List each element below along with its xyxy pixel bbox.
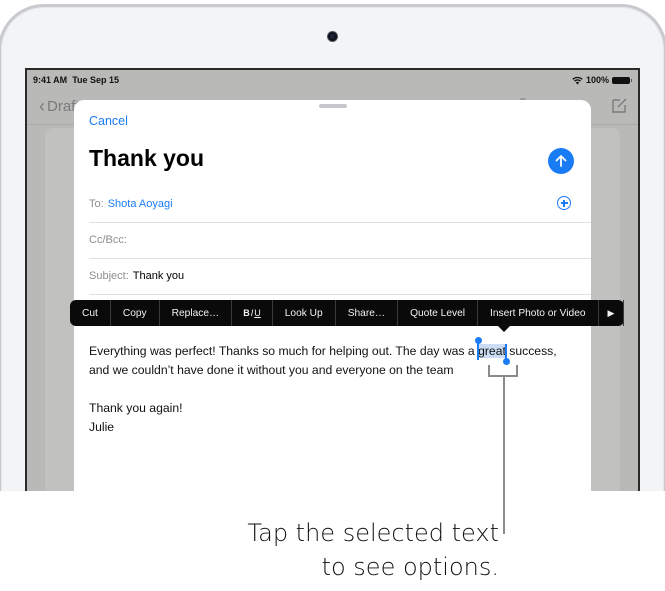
body-line-3: Thank you again! <box>89 401 183 415</box>
battery-percent: 100% <box>585 75 609 85</box>
menu-item-cut[interactable]: Cut <box>70 300 111 326</box>
callout-caption: Tap the selected text to see options. <box>247 516 499 584</box>
body-line-1: Everything was perfect! Thanks so much f… <box>89 337 584 365</box>
menu-item-replace[interactable]: Replace… <box>160 300 233 326</box>
callout-line-2: to see options. <box>321 553 499 581</box>
compose-sheet: Cancel Thank you To: Shota Aoyagi Cc/Bcc… <box>74 100 591 491</box>
send-button[interactable] <box>548 148 574 174</box>
compose-title: Thank you <box>89 145 205 171</box>
edit-menu: Cut Copy Replace… BIU Look Up Share… Quo… <box>70 300 625 332</box>
to-field[interactable]: To: Shota Aoyagi <box>89 186 591 223</box>
plus-circle-icon[interactable] <box>557 196 571 210</box>
menu-item-share[interactable]: Share… <box>336 300 399 326</box>
menu-item-quote-level[interactable]: Quote Level <box>398 300 479 326</box>
subject-field[interactable]: Subject: Thank you <box>89 258 591 295</box>
menu-more-arrow-icon[interactable]: ▶ <box>599 300 625 326</box>
ipad-device: 9:41 AM Tue Sep 15 100% ‹ Drafts Cancel … <box>0 0 665 491</box>
subject-label: Subject: <box>89 270 129 282</box>
chevron-left-icon: ‹ <box>39 96 45 116</box>
underline-glyph: U <box>254 308 261 318</box>
to-recipient[interactable]: Shota Aoyagi <box>108 198 173 210</box>
menu-item-look-up[interactable]: Look Up <box>273 300 336 326</box>
front-camera <box>328 32 337 41</box>
cc-bcc-label: Cc/Bcc: <box>89 234 127 246</box>
status-time: 9:41 AM Tue Sep 15 <box>33 75 120 85</box>
sheet-grabber[interactable] <box>319 104 347 108</box>
selected-text[interactable]: great <box>474 337 511 365</box>
battery-icon <box>612 76 632 84</box>
message-body[interactable]: Everything was perfect! Thanks so much f… <box>89 337 584 437</box>
callout-line <box>503 377 505 534</box>
callout-line-1: Tap the selected text <box>247 519 499 547</box>
cancel-button[interactable]: Cancel <box>89 114 128 128</box>
body-line-4: Julie <box>89 420 115 434</box>
menu-item-format[interactable]: BIU <box>232 300 273 326</box>
compose-icon[interactable] <box>610 96 628 114</box>
cc-bcc-field[interactable]: Cc/Bcc: <box>89 222 591 259</box>
to-label: To: <box>89 198 104 210</box>
status-bar: 9:41 AM Tue Sep 15 100% <box>27 70 638 92</box>
menu-pointer <box>498 326 510 332</box>
subject-value[interactable]: Thank you <box>133 270 184 282</box>
menu-item-insert-photo[interactable]: Insert Photo or Video <box>478 300 599 326</box>
menu-item-copy[interactable]: Copy <box>111 300 160 326</box>
wifi-icon <box>572 76 583 84</box>
arrow-up-icon <box>555 155 567 167</box>
callout-bracket <box>488 365 518 377</box>
status-right: 100% <box>572 75 632 85</box>
selection-start-bar <box>477 342 480 360</box>
